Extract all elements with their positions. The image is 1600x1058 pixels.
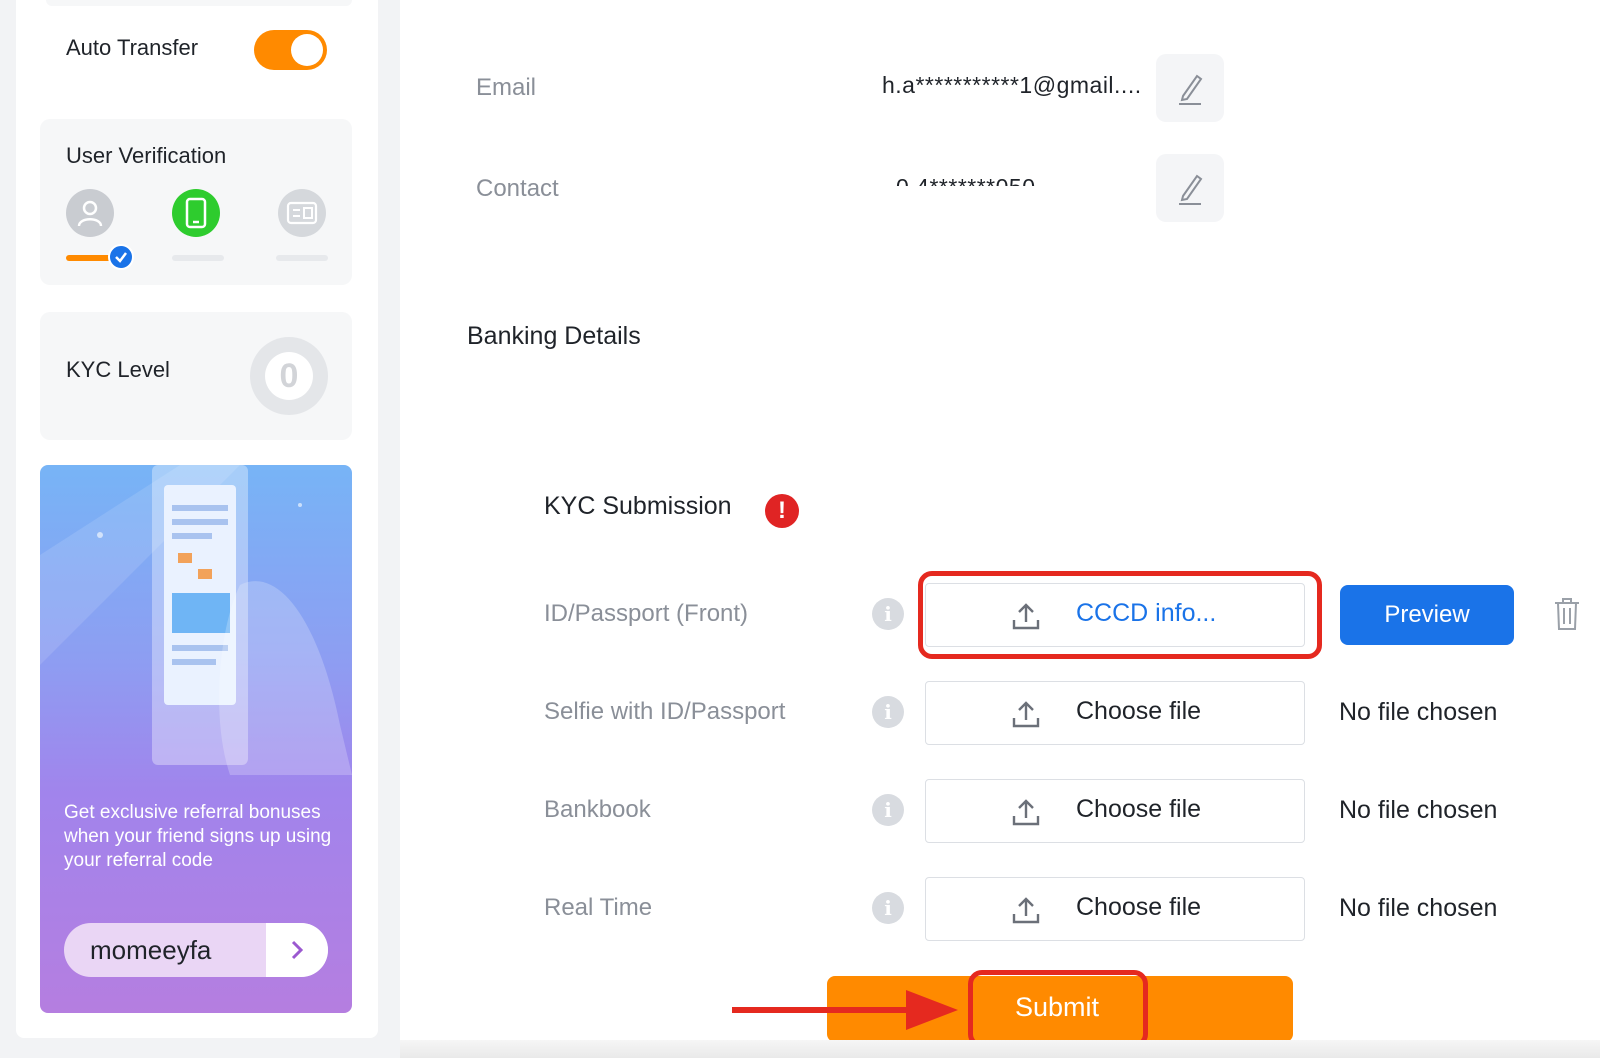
preview-button[interactable]: Preview	[1340, 585, 1514, 645]
selfie-upload[interactable]: Choose file	[925, 681, 1305, 745]
edit-email-button[interactable]	[1156, 54, 1224, 122]
referral-illustration	[40, 465, 352, 775]
toggle-knob	[291, 34, 323, 66]
check-icon	[108, 244, 134, 270]
kyc-level-value: 0	[265, 352, 313, 400]
upload-icon	[1012, 799, 1040, 826]
user-verification-card: User Verification	[40, 119, 352, 285]
real-time-label: Real Time	[544, 894, 653, 921]
auto-transfer-toggle[interactable]	[254, 30, 327, 70]
bankbook-label: Bankbook	[544, 796, 651, 823]
kyc-level-badge: 0	[250, 337, 328, 415]
kyc-level-title: KYC Level	[66, 357, 170, 382]
choose-file-label: Choose file	[1076, 795, 1202, 823]
id-passport-front-label: ID/Passport (Front)	[544, 600, 749, 627]
auto-transfer-label: Auto Transfer	[66, 35, 199, 60]
pencil-icon	[1179, 74, 1203, 105]
user-verification-title: User Verification	[66, 143, 227, 168]
trash-icon[interactable]	[1552, 596, 1582, 632]
email-value: h.a***********1@gmail....	[882, 72, 1142, 98]
choose-file-label: Choose file	[1076, 697, 1202, 725]
referral-code-pill[interactable]: momeeyfa	[64, 923, 328, 977]
kyc-submission-title: KYC Submission	[544, 492, 732, 520]
alert-icon: !	[765, 494, 799, 528]
id-upload-highlight	[918, 571, 1322, 659]
sidebar-top-card	[46, 0, 352, 6]
choose-file-label: Choose file	[1076, 893, 1202, 921]
pencil-icon	[1179, 174, 1203, 205]
contact-label: Contact	[476, 175, 559, 202]
referral-code[interactable]: momeeyfa	[90, 935, 211, 966]
referral-banner: Get exclusive referral bonuses when your…	[40, 465, 352, 1013]
phone-icon[interactable]	[172, 189, 220, 237]
submit-highlight	[968, 970, 1148, 1048]
chevron-right-icon[interactable]	[266, 923, 328, 977]
verification-progress-bar-3	[276, 255, 328, 261]
no-file-status: No file chosen	[1339, 796, 1498, 824]
upload-icon	[1012, 701, 1040, 728]
edit-contact-button[interactable]	[1156, 154, 1224, 222]
info-icon[interactable]: i	[872, 794, 904, 826]
arrow-annotation	[732, 990, 958, 1030]
kyc-level-card: KYC Level 0	[40, 312, 352, 440]
selfie-label: Selfie with ID/Passport	[544, 698, 786, 725]
id-card-icon[interactable]	[278, 189, 326, 237]
no-file-status: No file chosen	[1339, 894, 1498, 922]
real-time-upload[interactable]: Choose file	[925, 877, 1305, 941]
referral-text: Get exclusive referral bonuses when your…	[64, 802, 332, 871]
contact-value: 0.4*******050	[896, 174, 1036, 186]
info-icon[interactable]: i	[872, 598, 904, 630]
banking-details-title: Banking Details	[467, 322, 641, 350]
person-icon[interactable]	[66, 189, 114, 237]
email-label: Email	[476, 74, 537, 101]
no-file-status: No file chosen	[1339, 698, 1498, 726]
verification-progress-bar-2	[172, 255, 224, 261]
bankbook-upload[interactable]: Choose file	[925, 779, 1305, 843]
upload-icon	[1012, 897, 1040, 924]
info-icon[interactable]: i	[872, 696, 904, 728]
page-bottom-edge	[400, 1040, 1600, 1058]
info-icon[interactable]: i	[872, 892, 904, 924]
